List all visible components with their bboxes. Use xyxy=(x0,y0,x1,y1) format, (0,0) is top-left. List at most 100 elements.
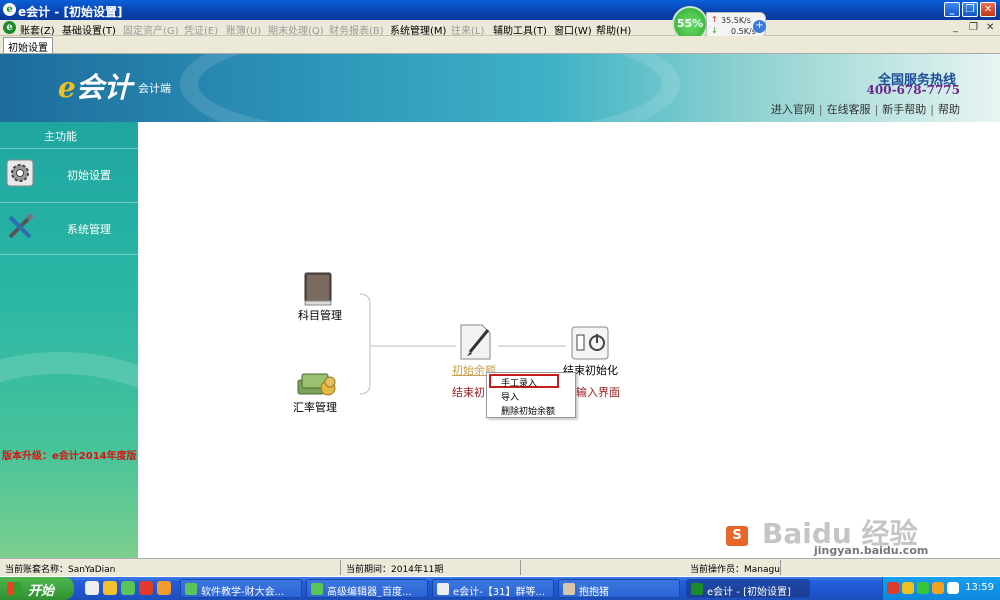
sidebar-title: 主功能 xyxy=(44,130,77,143)
menu-item-system-management[interactable]: 系统管理(M) xyxy=(390,22,446,37)
ie-icon[interactable] xyxy=(103,581,117,595)
title-bar: e e会计 - [初始设置] _ ❐ ✕ xyxy=(0,0,1000,20)
network-tray-icon[interactable] xyxy=(932,582,944,594)
upload-arrow-icon: ↑ xyxy=(711,15,718,24)
ekuaiji-icon xyxy=(691,583,703,595)
upload-speed: 35.5K/s xyxy=(721,16,751,25)
link-separator: | xyxy=(874,103,879,116)
sogou-ime-icon: S xyxy=(726,526,748,546)
baidu-watermark: S Baidu 经验 jingyan.baidu.com xyxy=(722,516,1000,557)
link-beginner-help[interactable]: 新手帮助 xyxy=(882,103,926,116)
link-separator: | xyxy=(818,103,823,116)
header-banner: e会计 会计端 全国服务热线 400-678-7775 进入官网 | 在线客服 | 新手… xyxy=(0,54,1000,122)
status-divider xyxy=(520,560,521,575)
browser-icon xyxy=(311,583,323,595)
taskbar-item[interactable]: 软件教学-财大会... xyxy=(180,579,302,598)
desktop-icon[interactable] xyxy=(85,581,99,595)
start-label: 开始 xyxy=(28,584,55,599)
menu-item-auxiliary-tools[interactable]: 辅助工具(T) xyxy=(493,22,547,37)
menu-item-delete-initial-balance[interactable]: 删除初始余额 xyxy=(501,404,555,417)
link-help[interactable]: 帮助 xyxy=(938,103,960,116)
power-switch-icon[interactable] xyxy=(571,326,609,363)
sidebar-item-system-management[interactable]: 系统管理 xyxy=(0,202,138,252)
mdi-minimize-button[interactable]: _ xyxy=(953,22,958,33)
qq-tray-icon[interactable] xyxy=(887,582,899,594)
status-bar: 当前账套名称：SanYaDian 当前期间：2014年11期 当前操作员：Man… xyxy=(0,558,1000,576)
start-button[interactable]: 开始 xyxy=(0,577,74,600)
link-separator: | xyxy=(930,103,934,116)
media-icon[interactable] xyxy=(157,581,171,595)
top-links: 进入官网 | 在线客服 | 新手帮助 | 帮助 xyxy=(771,101,960,117)
hotline-number: 400-678-7775 xyxy=(866,83,960,97)
menu-item-ledger[interactable]: 账簿(U) xyxy=(226,22,261,37)
taskbar-item-active[interactable]: e会计 - [初始设置] xyxy=(686,579,810,598)
ime-tray-icon[interactable] xyxy=(902,582,914,594)
menu-item-window[interactable]: 窗口(W) xyxy=(554,22,592,37)
menu-item-basic-settings[interactable]: 基础设置(T) xyxy=(62,22,116,37)
status-divider xyxy=(780,560,781,575)
taskbar-item[interactable]: e会计-【31】群等... xyxy=(432,579,554,598)
upgrade-notice[interactable]: 版本升级：e会计2014年度版 xyxy=(2,447,137,462)
menu-item-manual-entry[interactable]: 手工录入 xyxy=(501,376,537,389)
qq-icon[interactable] xyxy=(139,581,153,595)
tab-initial-settings[interactable]: 初始设置 xyxy=(3,37,53,54)
flow-caption-right: 输入界面 xyxy=(576,386,620,399)
menu-item-account-set[interactable]: 账套(Z) xyxy=(20,22,55,37)
app-menu-icon[interactable]: e xyxy=(3,21,16,34)
menu-bar: e 账套(Z) 基础设置(T) 固定资产(G) 凭证(E) 账簿(U) 期末处理… xyxy=(0,20,1000,37)
status-divider xyxy=(340,560,341,575)
menu-item-period-end[interactable]: 期末处理(Q) xyxy=(268,22,324,37)
image-icon xyxy=(563,583,575,595)
menu-item-import[interactable]: 导入 xyxy=(501,390,519,403)
current-period: 当前期间：2014年11期 xyxy=(346,565,444,575)
mdi-restore-button[interactable]: ❐ xyxy=(969,22,978,33)
restore-button[interactable]: ❐ xyxy=(962,2,978,17)
clock[interactable]: 13:59 xyxy=(965,582,994,593)
watermark-url: jingyan.baidu.com xyxy=(814,544,929,557)
document-tab-bar: 初始设置 xyxy=(0,36,1000,54)
menu-item-voucher[interactable]: 凭证(E) xyxy=(184,22,218,37)
tools-icon xyxy=(6,213,34,241)
sidebar-item-label: 系统管理 xyxy=(67,223,111,236)
book-icon[interactable] xyxy=(302,272,334,309)
menu-item-help[interactable]: 帮助(H) xyxy=(596,22,631,37)
windows-flag-icon xyxy=(7,582,21,595)
document-pen-icon[interactable] xyxy=(458,322,494,365)
network-speed-box: ↑ 35.5K/s ↓ 0.5K/s + xyxy=(706,12,766,38)
accelerate-icon[interactable]: + xyxy=(753,20,766,33)
system-tray: 13:59 xyxy=(882,577,1000,600)
sidebar-item-label: 初始设置 xyxy=(67,169,111,182)
link-online-service[interactable]: 在线客服 xyxy=(827,103,871,116)
context-menu: 手工录入 导入 删除初始余额 xyxy=(486,372,576,418)
gear-icon xyxy=(6,159,34,187)
taskbar-item[interactable]: 抱抱猪 xyxy=(558,579,680,598)
sidebar-item-initial-settings[interactable]: 初始设置 xyxy=(0,148,138,198)
browser-icon xyxy=(185,583,197,595)
volume-tray-icon[interactable] xyxy=(947,582,959,594)
app-logo-icon: e xyxy=(3,3,16,16)
menu-item-transactions[interactable]: 往来(L) xyxy=(451,22,484,37)
window-title: e会计 - [初始设置] xyxy=(18,5,123,19)
sidebar: 主功能 初始设置 系统管理 版本升级：e会计2014年度版 xyxy=(0,122,138,558)
flow-node-accounts[interactable]: 科目管理 xyxy=(298,307,342,323)
minimize-button[interactable]: _ xyxy=(944,2,960,17)
taskbar-item[interactable]: 高级编辑器_百度... xyxy=(306,579,428,598)
current-account-set: 当前账套名称：SanYaDian xyxy=(5,565,116,575)
security-tray-icon[interactable] xyxy=(917,582,929,594)
main-content: 科目管理 汇率管理 初始余额 结束初 结束初始化 输入界面 xyxy=(138,122,1000,558)
flow-node-exchange-rate[interactable]: 汇率管理 xyxy=(293,399,337,415)
money-icon[interactable] xyxy=(296,368,336,401)
flow-caption-left: 结束初 xyxy=(452,386,485,399)
app-icon[interactable] xyxy=(121,581,135,595)
banner-decoration xyxy=(180,54,680,122)
flow-connectors xyxy=(359,293,566,395)
mdi-close-button[interactable]: ✕ xyxy=(986,22,994,33)
menu-item-fixed-assets[interactable]: 固定资产(G) xyxy=(123,22,179,37)
taskbar: 开始 软件教学-财大会... 高级编辑器_百度... e会计-【31】群等...… xyxy=(0,577,1000,600)
ekuaiji-logo: e会计 xyxy=(58,71,132,104)
menu-item-financial-reports[interactable]: 财务报表(B) xyxy=(329,22,384,37)
download-speed: 0.5K/s xyxy=(731,27,756,36)
link-official-site[interactable]: 进入官网 xyxy=(771,103,815,116)
close-button[interactable]: ✕ xyxy=(980,2,996,17)
chat-icon xyxy=(437,583,449,595)
